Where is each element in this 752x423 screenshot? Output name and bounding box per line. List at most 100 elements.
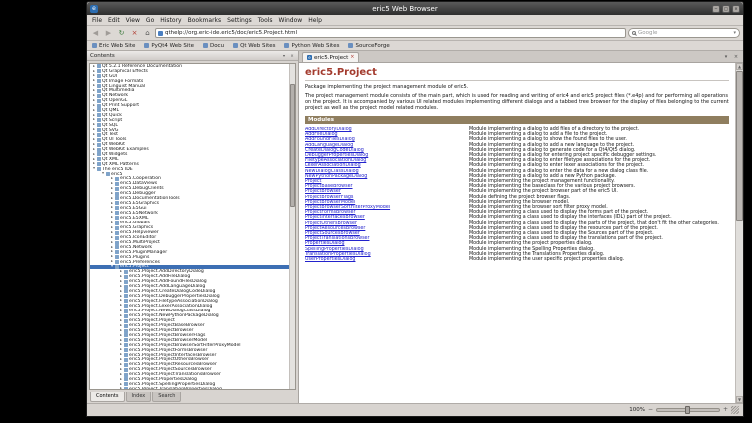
forward-icon[interactable]	[103, 28, 114, 39]
content-scrollbar-thumb[interactable]	[736, 71, 743, 221]
bookmark-item[interactable]: SourceForge	[348, 43, 389, 49]
expander-icon[interactable]: ▸	[110, 192, 114, 196]
expander-icon[interactable]: ▸	[119, 387, 123, 389]
expander-icon[interactable]: ▸	[119, 314, 123, 318]
sidebar-tab[interactable]: Search	[152, 392, 181, 402]
expander-icon[interactable]: ▸	[92, 99, 96, 103]
back-icon[interactable]	[90, 28, 101, 39]
expander-icon[interactable]: ▸	[92, 94, 96, 98]
module-link[interactable]: UserPropertiesDialog	[305, 257, 463, 262]
expander-icon[interactable]: ▸	[92, 123, 96, 127]
expander-icon[interactable]: ▸	[92, 89, 96, 93]
expander-icon[interactable]: ▸	[119, 329, 123, 333]
expander-icon[interactable]: ▸	[92, 143, 96, 147]
expander-icon[interactable]: ▸	[92, 79, 96, 83]
expander-icon[interactable]: ▸	[92, 158, 96, 162]
expander-icon[interactable]: ▸	[119, 373, 123, 377]
menu-item[interactable]: View	[123, 17, 143, 24]
expander-icon[interactable]: ▾	[101, 172, 105, 176]
expander-icon[interactable]: ▸	[110, 236, 114, 240]
chevron-down-icon[interactable]	[733, 30, 736, 36]
expander-icon[interactable]: ▸	[92, 162, 96, 166]
expander-icon[interactable]: ▸	[110, 231, 114, 235]
expander-icon[interactable]: ▸	[92, 118, 96, 122]
expander-icon[interactable]: ▸	[92, 128, 96, 132]
sidebar-tab[interactable]: Contents	[90, 392, 125, 402]
expander-icon[interactable]: ▸	[119, 339, 123, 343]
scroll-down-icon[interactable]	[736, 396, 743, 403]
home-icon[interactable]	[142, 28, 153, 39]
bookmark-item[interactable]: Python Web Sites	[284, 43, 339, 49]
expander-icon[interactable]: ▸	[110, 255, 114, 259]
zoom-in-icon[interactable]	[723, 407, 728, 413]
expander-icon[interactable]: ▸	[119, 358, 123, 362]
tabbar-close-icon[interactable]	[732, 53, 740, 61]
expander-icon[interactable]: ▸	[110, 197, 114, 201]
zoom-out-icon[interactable]	[648, 407, 653, 413]
expander-icon[interactable]: ▸	[110, 221, 114, 225]
expander-icon[interactable]: ▸	[119, 383, 123, 387]
expander-icon[interactable]: ▸	[110, 202, 114, 206]
bookmark-item[interactable]: Qt Web Sites	[233, 43, 275, 49]
expander-icon[interactable]: ▸	[110, 182, 114, 186]
maximize-button[interactable]	[722, 5, 730, 13]
expander-icon[interactable]: ▸	[119, 304, 123, 308]
expander-icon[interactable]: ▸	[110, 241, 114, 245]
tab-eric5-project[interactable]: eric5.Project	[302, 52, 359, 62]
url-bar[interactable]: qthelp://org.eric-ide.eric5/doc/eric5.Pr…	[155, 28, 626, 38]
expander-icon[interactable]: ▸	[92, 84, 96, 88]
menu-item[interactable]: Edit	[105, 17, 123, 24]
scroll-up-icon[interactable]	[736, 63, 743, 70]
menu-item[interactable]: Help	[305, 17, 325, 24]
expander-icon[interactable]: ▸	[92, 133, 96, 137]
menu-item[interactable]: Settings	[224, 17, 255, 24]
expander-icon[interactable]: ▸	[119, 319, 123, 323]
expander-icon[interactable]: ▸	[119, 295, 123, 299]
expander-icon[interactable]: ▸	[110, 226, 114, 230]
tab-list-icon[interactable]	[722, 53, 730, 61]
content-scrollbar[interactable]	[735, 63, 743, 403]
expander-icon[interactable]: ▸	[119, 343, 123, 347]
expander-icon[interactable]: ▸	[92, 148, 96, 152]
expander-icon[interactable]: ▸	[110, 187, 114, 191]
expander-icon[interactable]: ▸	[119, 275, 123, 279]
sidebar-scrollbar[interactable]	[289, 64, 295, 389]
sidebar-scrollbar-thumb[interactable]	[290, 84, 295, 208]
expander-icon[interactable]: ▸	[92, 153, 96, 157]
expander-icon[interactable]: ▸	[92, 109, 96, 113]
expander-icon[interactable]: ▸	[119, 324, 123, 328]
expander-icon[interactable]: ▸	[92, 70, 96, 74]
expander-icon[interactable]: ▾	[92, 167, 96, 171]
search-input[interactable]: Google	[628, 28, 740, 38]
menu-item[interactable]: Window	[276, 17, 306, 24]
expander-icon[interactable]: ▸	[119, 334, 123, 338]
expander-icon[interactable]: ▸	[92, 104, 96, 108]
reload-icon[interactable]	[116, 28, 127, 39]
expander-icon[interactable]: ▸	[110, 250, 114, 254]
expander-icon[interactable]: ▸	[92, 138, 96, 142]
expander-icon[interactable]: ▸	[92, 114, 96, 118]
zoom-slider[interactable]	[656, 408, 720, 412]
menu-item[interactable]: Go	[143, 17, 157, 24]
expander-icon[interactable]: ▸	[119, 280, 123, 284]
expander-icon[interactable]: ▸	[119, 299, 123, 303]
tree-item[interactable]: ▸ eric5.Project.TranslationPropertiesDia…	[90, 387, 289, 389]
expander-icon[interactable]: ▸	[92, 74, 96, 78]
bookmark-item[interactable]: PyQt4 Web Site	[144, 43, 194, 49]
close-button[interactable]	[732, 5, 740, 13]
expander-icon[interactable]: ▸	[119, 348, 123, 352]
expander-icon[interactable]: ▸	[92, 65, 96, 69]
resize-grip[interactable]	[731, 406, 739, 414]
expander-icon[interactable]: ▸	[119, 378, 123, 382]
menu-item[interactable]: Bookmarks	[185, 17, 225, 24]
expander-icon[interactable]: ▸	[119, 285, 123, 289]
menu-item[interactable]: History	[157, 17, 184, 24]
tab-close-icon[interactable]	[350, 55, 354, 60]
expander-icon[interactable]: ▸	[110, 246, 114, 250]
sidebar-tab[interactable]: Index	[126, 392, 152, 402]
expander-icon[interactable]: ▸	[110, 177, 114, 181]
bookmark-item[interactable]: Eric Web Site	[92, 43, 135, 49]
menu-item[interactable]: File	[89, 17, 105, 24]
expander-icon[interactable]: ▸	[110, 211, 114, 215]
minimize-button[interactable]	[712, 5, 720, 13]
